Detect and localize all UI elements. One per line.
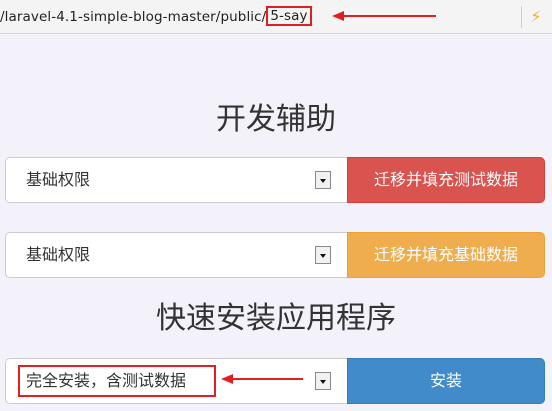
- dev-tools-heading: 开发辅助: [216, 102, 336, 137]
- permission-select-2[interactable]: 基础权限: [5, 232, 347, 278]
- address-bar[interactable]: /laravel-4.1-simple-blog-master/public/5…: [0, 0, 552, 34]
- dropdown-arrow-icon[interactable]: [315, 246, 331, 264]
- select-value: 基础权限: [26, 170, 91, 189]
- toolbar-separator: [521, 6, 522, 28]
- annotation-highlight-box: [18, 365, 216, 397]
- dev-tools-row-1: 基础权限 迁移并填充测试数据: [5, 157, 545, 203]
- annotation-arrow-install: [221, 374, 303, 384]
- install-heading: 快速安装应用程序: [156, 301, 396, 336]
- migrate-seed-test-data-button[interactable]: 迁移并填充测试数据: [347, 157, 545, 203]
- migrate-seed-basic-data-button[interactable]: 迁移并填充基础数据: [347, 232, 545, 278]
- dropdown-arrow-icon[interactable]: [315, 372, 331, 390]
- select-value: 基础权限: [26, 245, 91, 264]
- url-path: /laravel-4.1-simple-blog-master/public/: [0, 9, 267, 25]
- install-button[interactable]: 安装: [347, 358, 545, 404]
- permission-select-1[interactable]: 基础权限: [5, 157, 347, 203]
- dev-tools-row-2: 基础权限 迁移并填充基础数据: [5, 232, 545, 278]
- url-highlighted-segment: 5-say: [266, 6, 312, 26]
- annotation-arrow-url: [332, 11, 436, 21]
- url-text[interactable]: /laravel-4.1-simple-blog-master/public/5…: [0, 6, 312, 26]
- lightning-bolt-icon[interactable]: ⚡: [527, 6, 545, 28]
- dropdown-arrow-icon[interactable]: [315, 171, 331, 189]
